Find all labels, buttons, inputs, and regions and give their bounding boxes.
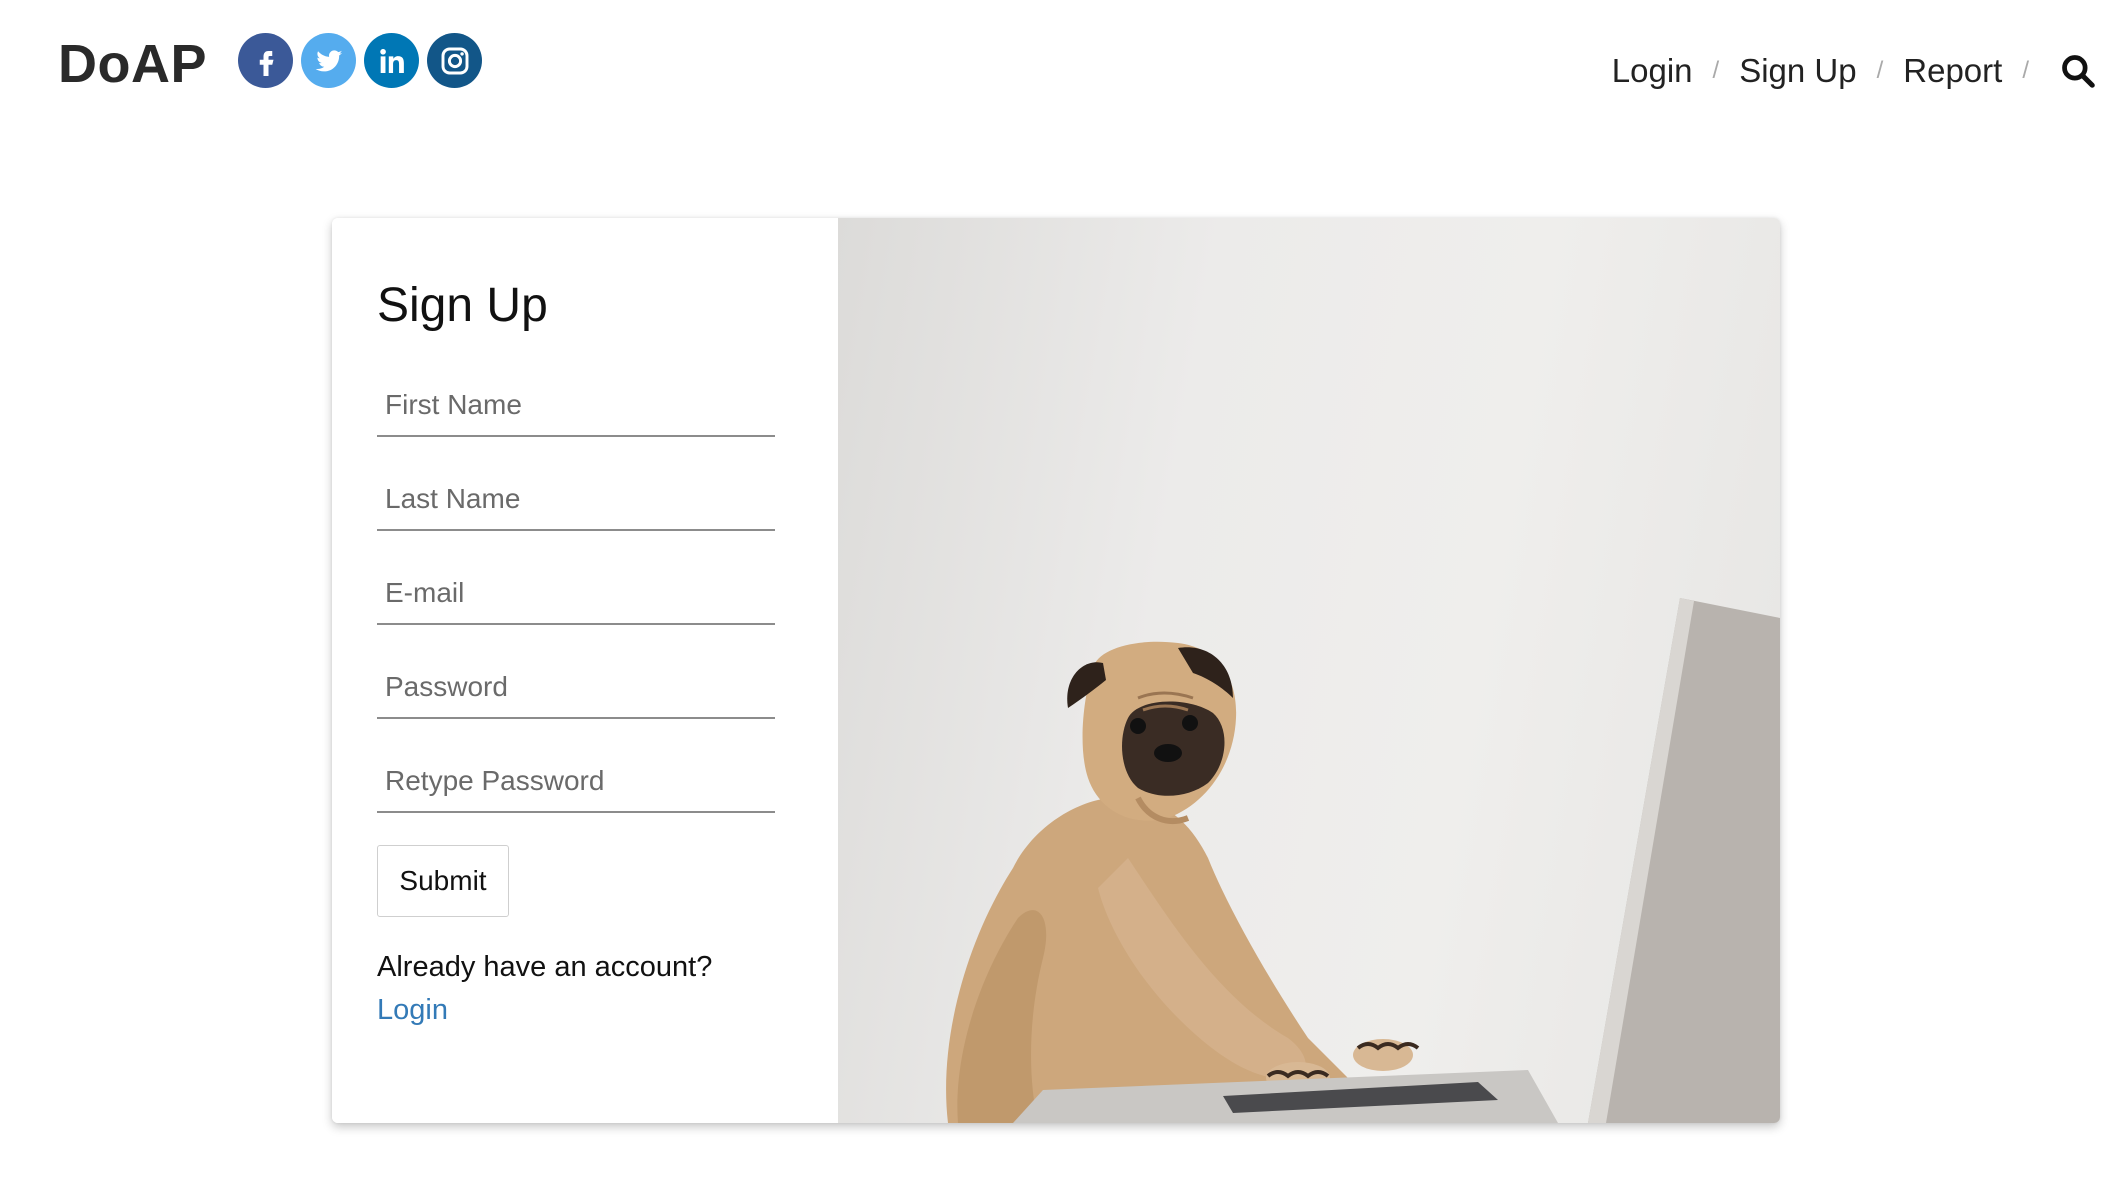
nav-report[interactable]: Report [1903, 52, 2002, 90]
pug-laptop-photo [838, 218, 1780, 1123]
facebook-icon[interactable] [238, 33, 293, 88]
brand-logo[interactable]: DoAP [58, 34, 207, 94]
linkedin-icon[interactable] [364, 33, 419, 88]
form-title: Sign Up [377, 279, 548, 332]
nav-separator: / [1876, 57, 1884, 84]
top-nav: Login / Sign Up / Report / [1612, 52, 2097, 90]
email-field[interactable] [377, 563, 775, 625]
social-links [238, 33, 482, 88]
twitter-icon[interactable] [301, 33, 356, 88]
nav-separator: / [2022, 57, 2029, 84]
login-link[interactable]: Login [377, 994, 448, 1027]
signup-card: Sign Up Submit Already have an account? … [332, 218, 1780, 1123]
nav-login[interactable]: Login [1612, 52, 1693, 90]
site-header: DoAP Login / Sign Up / Report / [0, 0, 2127, 130]
last-name-field[interactable] [377, 469, 775, 531]
retype-password-field[interactable] [377, 751, 775, 813]
nav-separator: / [1712, 57, 1720, 84]
pug-illustration [946, 598, 1780, 1123]
first-name-field[interactable] [377, 375, 775, 437]
already-account-text: Already have an account? [377, 951, 713, 983]
instagram-icon[interactable] [427, 33, 482, 88]
search-icon[interactable] [2059, 52, 2097, 90]
signup-form: Sign Up Submit Already have an account? … [332, 218, 838, 1123]
nav-signup[interactable]: Sign Up [1739, 52, 1856, 90]
submit-button[interactable]: Submit [377, 845, 509, 917]
password-field[interactable] [377, 657, 775, 719]
